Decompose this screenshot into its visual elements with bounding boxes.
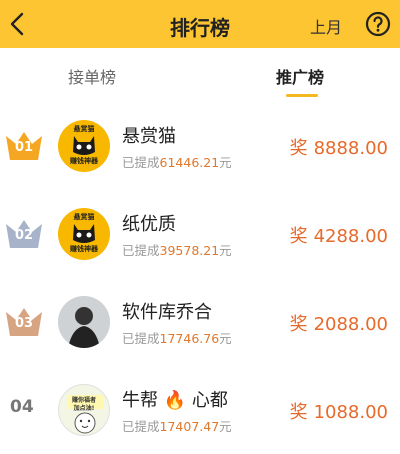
- avatar: 悬赏猫 赚钱神器: [58, 120, 110, 172]
- rank-badge-gold: 01: [4, 128, 44, 164]
- user-name: 牛帮 🔥 心都: [122, 390, 228, 411]
- commission-text: 已提成17407.47元: [122, 419, 232, 434]
- commission-text: 已提成39578.21元: [122, 243, 232, 258]
- list-item[interactable]: 03 软件库乔合 已提成17746.76元 奖 2088.00: [0, 276, 400, 368]
- rank-badge-bronze: 03: [4, 304, 44, 340]
- reward-amount: 奖 8888.00: [289, 138, 388, 159]
- app-header: 排行榜 上月: [0, 0, 400, 48]
- active-tab-indicator: [286, 94, 318, 97]
- commission-text: 已提成61446.21元: [122, 155, 232, 170]
- reward-amount: 奖 2088.00: [289, 314, 388, 335]
- reward-amount: 奖 4288.00: [289, 226, 388, 247]
- user-name: 软件库乔合: [122, 302, 212, 323]
- user-name: 纸优质: [122, 214, 176, 235]
- help-circle-icon[interactable]: [364, 10, 392, 38]
- rank-badge-silver: 02: [4, 216, 44, 252]
- rank-number: 04: [10, 397, 34, 417]
- reward-amount: 奖 1088.00: [289, 402, 388, 423]
- avatar: 赚你福者 加点油!: [58, 384, 110, 436]
- list-item[interactable]: 01 悬赏猫 赚钱神器 悬赏猫 已提成61446.21元 奖 8888.00: [0, 100, 400, 192]
- list-item[interactable]: 04 赚你福者 加点油! 牛帮 🔥 心都 已提成17407.47元 奖 1088.…: [0, 364, 400, 454]
- fire-icon: 🔥: [163, 390, 187, 411]
- tab-bar: 接单榜 推广榜: [0, 48, 400, 100]
- avatar: [58, 296, 110, 348]
- tab-orders-ranking[interactable]: 接单榜: [68, 64, 116, 88]
- month-selector[interactable]: 上月: [310, 14, 342, 38]
- tab-promotion-ranking[interactable]: 推广榜: [276, 64, 324, 88]
- user-name: 悬赏猫: [122, 126, 176, 147]
- avatar: 悬赏猫 赚钱神器: [58, 208, 110, 260]
- commission-text: 已提成17746.76元: [122, 331, 232, 346]
- list-item[interactable]: 02 悬赏猫 赚钱神器 纸优质 已提成39578.21元 奖 4288.00: [0, 188, 400, 280]
